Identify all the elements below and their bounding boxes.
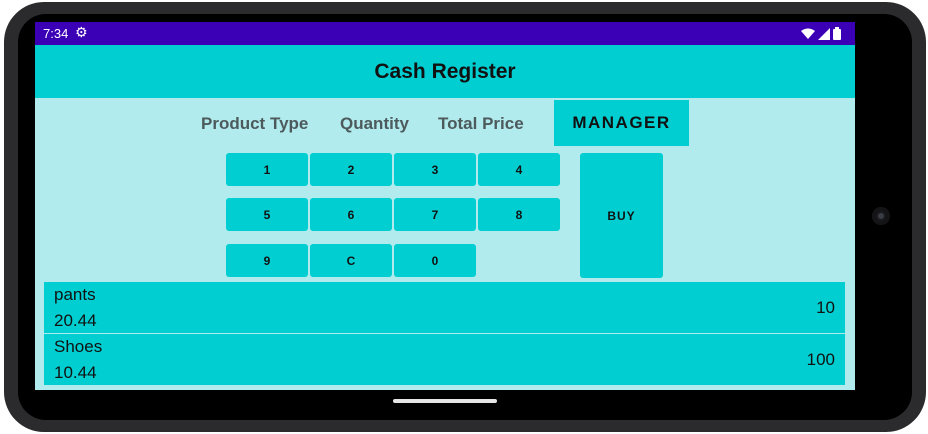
key-5-button[interactable]: 5 bbox=[226, 198, 308, 231]
product-price: 20.44 bbox=[54, 311, 97, 330]
key-9-button[interactable]: 9 bbox=[226, 244, 308, 277]
app-screen: 7:34 ⚙ Cash Register Product Type Quanti… bbox=[35, 22, 855, 390]
home-gesture-handle[interactable] bbox=[393, 399, 497, 403]
product-type-label: Product Type bbox=[201, 114, 309, 133]
product-price: 10.44 bbox=[54, 363, 97, 382]
manager-button[interactable]: MANAGER bbox=[554, 100, 689, 146]
list-item[interactable]: Shoes 10.44 100 bbox=[44, 334, 845, 385]
product-name: pants bbox=[54, 285, 96, 304]
key-2-button[interactable]: 2 bbox=[310, 153, 392, 186]
key-0-button[interactable]: 0 bbox=[394, 244, 476, 277]
product-quantity: 100 bbox=[806, 350, 835, 369]
key-6-button[interactable]: 6 bbox=[310, 198, 392, 231]
product-name: Shoes bbox=[54, 337, 103, 356]
camera-icon bbox=[872, 207, 890, 225]
list-item[interactable]: pants 20.44 10 bbox=[44, 282, 845, 333]
product-quantity: 10 bbox=[816, 298, 835, 317]
status-bar: 7:34 ⚙ bbox=[35, 22, 855, 45]
wifi-icon bbox=[801, 28, 815, 39]
status-icons bbox=[801, 27, 841, 40]
battery-icon bbox=[833, 27, 841, 40]
quantity-label: Quantity bbox=[340, 114, 409, 133]
navigation-bar bbox=[35, 390, 855, 412]
status-time: 7:34 bbox=[43, 26, 69, 41]
key-1-button[interactable]: 1 bbox=[226, 153, 308, 186]
buy-button[interactable]: BUY bbox=[580, 153, 663, 278]
gear-icon: ⚙ bbox=[75, 24, 88, 40]
signal-icon bbox=[818, 27, 830, 40]
key-7-button[interactable]: 7 bbox=[394, 198, 476, 231]
total-price-label: Total Price bbox=[438, 114, 524, 133]
app-title: Cash Register bbox=[374, 59, 516, 83]
key-clear-button[interactable]: C bbox=[310, 244, 392, 277]
key-4-button[interactable]: 4 bbox=[478, 153, 560, 186]
app-bar: Cash Register bbox=[35, 45, 855, 98]
key-3-button[interactable]: 3 bbox=[394, 153, 476, 186]
product-list: pants 20.44 10 Shoes 10.44 100 bbox=[44, 282, 845, 390]
key-8-button[interactable]: 8 bbox=[478, 198, 560, 231]
